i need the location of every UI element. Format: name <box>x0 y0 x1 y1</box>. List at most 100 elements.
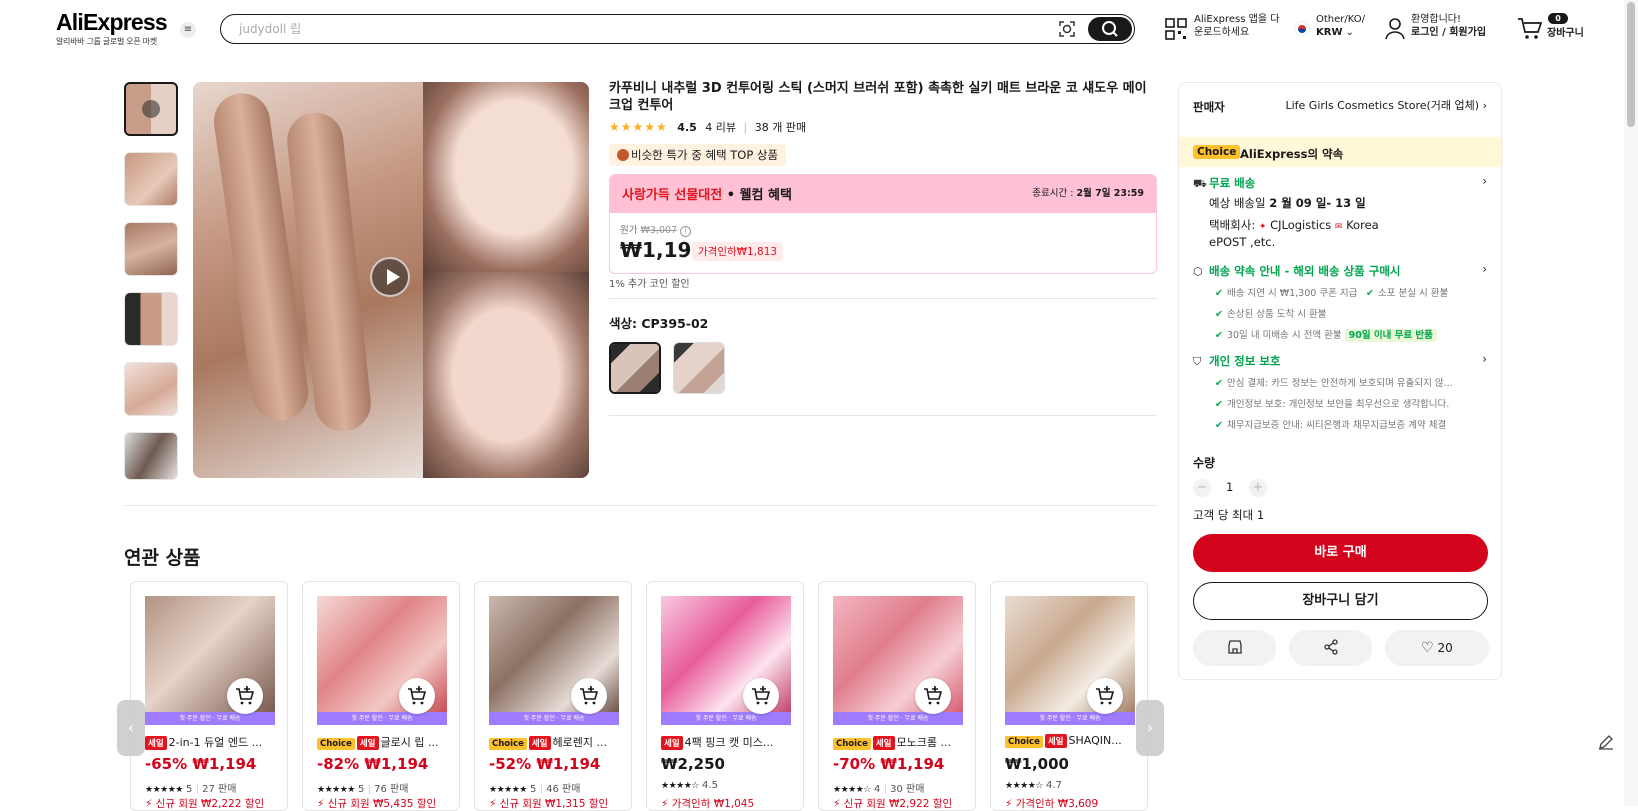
delivery-estimate: 예상 배송일 2 월 09 일- 13 일 <box>1209 196 1366 210</box>
chevron-right-icon[interactable]: › <box>1482 352 1487 366</box>
model-face-image <box>423 82 589 272</box>
thumbnail-image[interactable] <box>124 432 178 480</box>
search-input[interactable] <box>239 20 1019 38</box>
aliexpress-logo[interactable]: AliExpress 알리바바 그룹 글로벌 오픈 마켓 <box>56 10 168 47</box>
divider <box>609 415 1157 416</box>
product-card[interactable]: 첫 주문 할인 · 무료 배송 세일 4팩 핑크 캣 미스... ₩2,250 ★★★★… <box>646 581 804 811</box>
share-button[interactable] <box>1289 630 1372 666</box>
product-card[interactable]: 첫 주문 할인 · 무료 배송 Choice 세일 글로시 립 ... -82% ₩1,… <box>302 581 460 811</box>
star-rating-icon: ★★★★★ <box>609 120 668 134</box>
product-card-title[interactable]: 세일 2-in-1 듀얼 엔드 ... <box>145 734 285 750</box>
image-search-icon[interactable] <box>1058 20 1076 38</box>
app-download[interactable]: AliExpress 앱을 다 운로드하세요 <box>1194 13 1279 39</box>
privacy-title[interactable]: 개인 정보 보호 <box>1209 353 1281 369</box>
carousel-next-button[interactable]: › <box>1136 700 1164 756</box>
star-rating-icon: ★★★★★ <box>489 785 527 795</box>
search-button[interactable] <box>1088 17 1132 41</box>
thumbnail-image[interactable] <box>124 292 178 346</box>
choice-badge: Choice <box>1005 736 1043 748</box>
thumbnail-video[interactable] <box>124 82 178 136</box>
add-to-cart-icon[interactable] <box>399 678 435 714</box>
product-card-rating: ★★★★★ 5 | 46 판매 <box>489 784 581 795</box>
delivery-guarantee-title[interactable]: 배송 약속 안내 - 해외 배송 상품 구매시 <box>1209 263 1401 279</box>
product-card-price: -82% ₩1,194 <box>317 755 429 773</box>
add-to-cart-icon[interactable] <box>571 678 607 714</box>
free-return-tag: 90일 이내 무료 반품 <box>1344 329 1437 342</box>
buy-now-button[interactable]: 바로 구매 <box>1193 534 1488 572</box>
choice-badge: Choice <box>317 738 355 750</box>
product-card-title[interactable]: Choice 세일 글로시 립 ... <box>317 734 457 750</box>
product-card[interactable]: 첫 주문 할인 · 무료 배송 Choice 세일 SHAQIN... ₩1,000 ★★… <box>990 581 1148 811</box>
original-price: 원가 ₩3,007 i <box>620 222 692 237</box>
add-to-cart-button[interactable]: 장바구니 담기 <box>1193 582 1488 620</box>
thumbnail-image[interactable] <box>124 362 178 416</box>
check-icon: ✔ <box>1215 330 1223 341</box>
info-icon[interactable]: i <box>680 226 692 237</box>
region-currency-selector[interactable]: Other/KO/ KRW ⌄ <box>1316 13 1365 39</box>
divider <box>124 505 1157 506</box>
product-card[interactable]: 첫 주문 할인 · 무료 배송 세일 2-in-1 듀얼 엔드 ... -65% ₩1… <box>130 581 288 811</box>
qty-value[interactable]: 1 <box>1226 480 1233 494</box>
sale-badge: 세일 <box>528 736 551 750</box>
flame-icon: ⚡ <box>489 798 497 810</box>
qty-increase-button[interactable]: + <box>1249 479 1267 497</box>
color-label: 색상: CP395-02 <box>609 316 709 331</box>
share-icon <box>1323 639 1338 655</box>
product-card-title[interactable]: Choice 세일 헤로렌지 ... <box>489 734 629 750</box>
user-icon[interactable] <box>1384 17 1406 41</box>
carousel-prev-button[interactable]: ‹ <box>117 700 145 756</box>
product-card-title[interactable]: Choice 세일 모노크롬 ... <box>833 734 973 750</box>
account-menu[interactable]: 환영합니다! 로그인 / 회원가입 <box>1411 13 1486 39</box>
product-card-title[interactable]: Choice 세일 SHAQIN... <box>1005 734 1145 748</box>
product-card[interactable]: 첫 주문 할인 · 무료 배송 Choice 세일 모노크롬 ... -70% ₩1,1… <box>818 581 976 811</box>
product-card[interactable]: 첫 주문 할인 · 무료 배송 Choice 세일 헤로렌지 ... -52% ₩1,1… <box>474 581 632 811</box>
chevron-right-icon[interactable]: › <box>1482 174 1487 188</box>
add-to-cart-icon[interactable] <box>743 678 779 714</box>
product-card-promo: ⚡ 신규 회원 ₩1,315 할인 <box>489 798 609 810</box>
choice-badge: Choice <box>833 738 871 750</box>
color-swatch[interactable] <box>673 342 725 394</box>
play-icon <box>142 100 160 118</box>
qr-code-icon[interactable] <box>1165 18 1187 40</box>
product-card-price: -70% ₩1,194 <box>833 755 945 773</box>
edit-icon[interactable] <box>1596 732 1616 752</box>
add-to-cart-icon[interactable] <box>227 678 263 714</box>
choice-badge: Choice <box>489 738 527 750</box>
cart-icon[interactable] <box>1517 17 1543 41</box>
product-card-price: -52% ₩1,194 <box>489 755 601 773</box>
sale-badge: 세일 <box>872 736 895 750</box>
sale-badge: 세일 <box>661 736 683 750</box>
scrollbar[interactable] <box>1624 0 1638 806</box>
add-to-cart-icon[interactable] <box>1087 678 1123 714</box>
thumbnail-image[interactable] <box>124 222 178 276</box>
chevron-right-icon[interactable]: › <box>1482 262 1487 276</box>
qty-decrease-button[interactable]: − <box>1193 479 1211 497</box>
discount-badge: 가격인하₩1,813 <box>692 242 784 261</box>
thumbnail-image[interactable] <box>124 152 178 206</box>
top-deal-badge[interactable]: 비슷한 특가 중 혜택 TOP 상품 <box>609 144 787 166</box>
color-swatch-selected[interactable] <box>609 342 661 394</box>
scrollbar-thumb[interactable] <box>1627 2 1635 127</box>
wishlist-button[interactable]: ♡ 20 <box>1385 630 1489 666</box>
korea-flag-icon <box>1294 21 1310 37</box>
privacy-shield-icon: ⛉ <box>1193 355 1202 368</box>
product-card-price: ₩1,000 <box>1005 755 1069 773</box>
store-icon <box>1227 640 1242 654</box>
check-icon: ✔ <box>1215 378 1223 389</box>
rating-row[interactable]: ★★★★★ 4.5 4 리뷰 | 38 개 판매 <box>609 119 806 135</box>
promo-banner: 사랑가득 선물대전 • 웰컴 혜택 종료시간 : 2월 7일 23:59 <box>610 175 1156 213</box>
chevron-down-icon: ⌄ <box>1345 27 1355 38</box>
flame-icon: ⚡ <box>661 798 669 810</box>
add-to-cart-icon[interactable] <box>915 678 951 714</box>
store-button[interactable] <box>1193 630 1276 666</box>
product-card-promo: ⚡ 신규 회원 ₩5,435 할인 <box>317 798 437 810</box>
cart-label[interactable]: 장바구니 <box>1547 27 1584 40</box>
check-icon: ✔ <box>1366 288 1374 299</box>
menu-icon[interactable]: ≡ <box>180 22 196 38</box>
product-card-title[interactable]: 세일 4팩 핑크 캣 미스... <box>661 734 801 750</box>
seller-link[interactable]: Life Girls Cosmetics Store(거래 업체) › <box>1285 97 1487 113</box>
play-video-button[interactable] <box>370 257 410 297</box>
free-shipping-title[interactable]: 무료 배송 <box>1209 175 1255 191</box>
product-main-image[interactable] <box>193 82 589 478</box>
search-icon <box>1102 21 1118 37</box>
